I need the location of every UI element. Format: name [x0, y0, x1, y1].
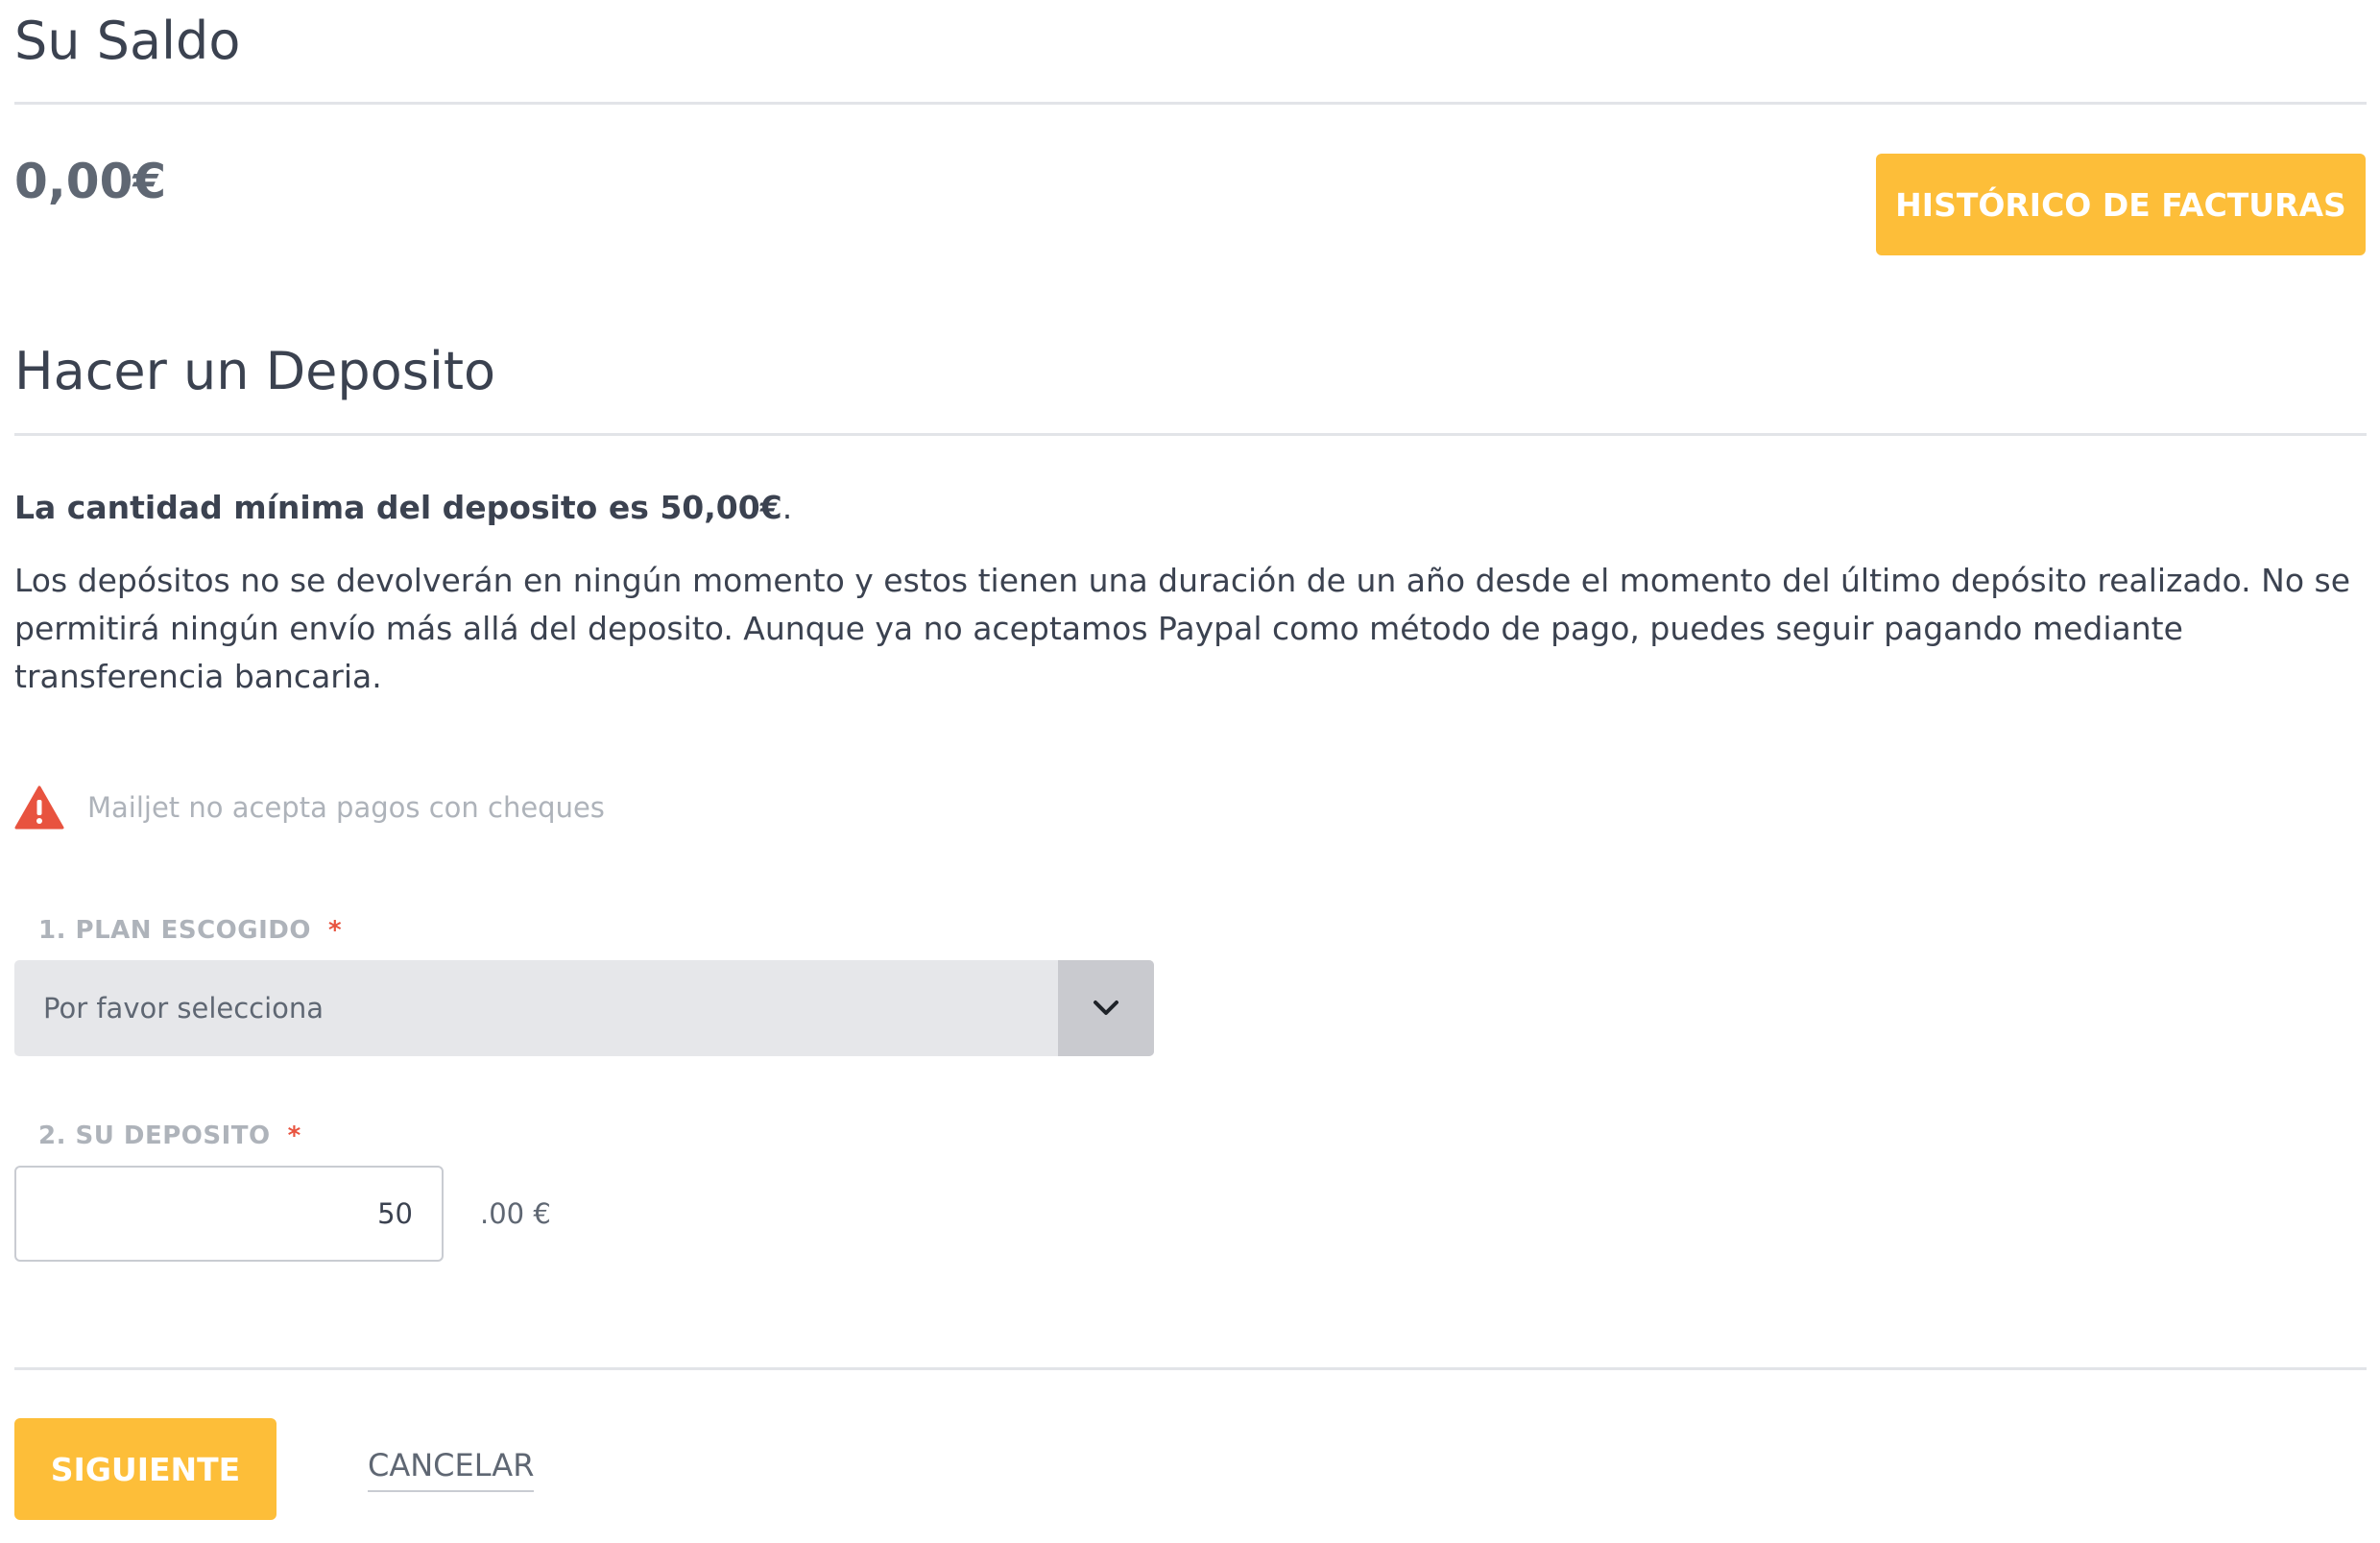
plan-required-marker: * [327, 916, 343, 945]
deposit-amount-input[interactable] [14, 1166, 444, 1262]
balance-title: Su Saldo [14, 11, 241, 71]
balance-divider [14, 102, 2367, 105]
plan-select-toggle[interactable] [1058, 960, 1154, 1056]
chevron-down-icon [1094, 1001, 1118, 1015]
cheque-warning: Mailjet no acepta pagos con cheques [14, 785, 605, 830]
plan-label-text: 1. PLAN ESCOGIDO [38, 916, 311, 945]
deposit-title: Hacer un Deposito [14, 341, 496, 401]
warning-text: Mailjet no acepta pagos con cheques [87, 791, 605, 824]
balance-amount: 0,00€ [14, 154, 167, 209]
next-button[interactable]: SIGUIENTE [14, 1418, 276, 1520]
deposit-divider [14, 433, 2367, 436]
plan-select[interactable]: Por favor selecciona [14, 960, 1154, 1056]
minimum-deposit-text: La cantidad mínima del deposito es 50,00… [14, 489, 782, 526]
deposit-label: 2. SU DEPOSITO * [38, 1123, 301, 1148]
minimum-deposit-notice: La cantidad mínima del deposito es 50,00… [14, 492, 792, 523]
deposit-label-text: 2. SU DEPOSITO [38, 1121, 271, 1150]
minimum-deposit-period: . [781, 489, 793, 526]
cancel-button[interactable]: CANCELAR [368, 1450, 535, 1492]
invoice-history-button[interactable]: HISTÓRICO DE FACTURAS [1876, 154, 2366, 255]
warning-triangle-icon [14, 785, 64, 830]
plan-select-value: Por favor selecciona [43, 992, 325, 1025]
deposit-required-marker: * [287, 1121, 301, 1150]
actions-divider [14, 1367, 2367, 1370]
deposit-currency-suffix: .00 € [480, 1197, 551, 1230]
deposit-description: Los depósitos no se devolverán en ningún… [14, 562, 2351, 695]
plan-label: 1. PLAN ESCOGIDO * [38, 918, 342, 943]
